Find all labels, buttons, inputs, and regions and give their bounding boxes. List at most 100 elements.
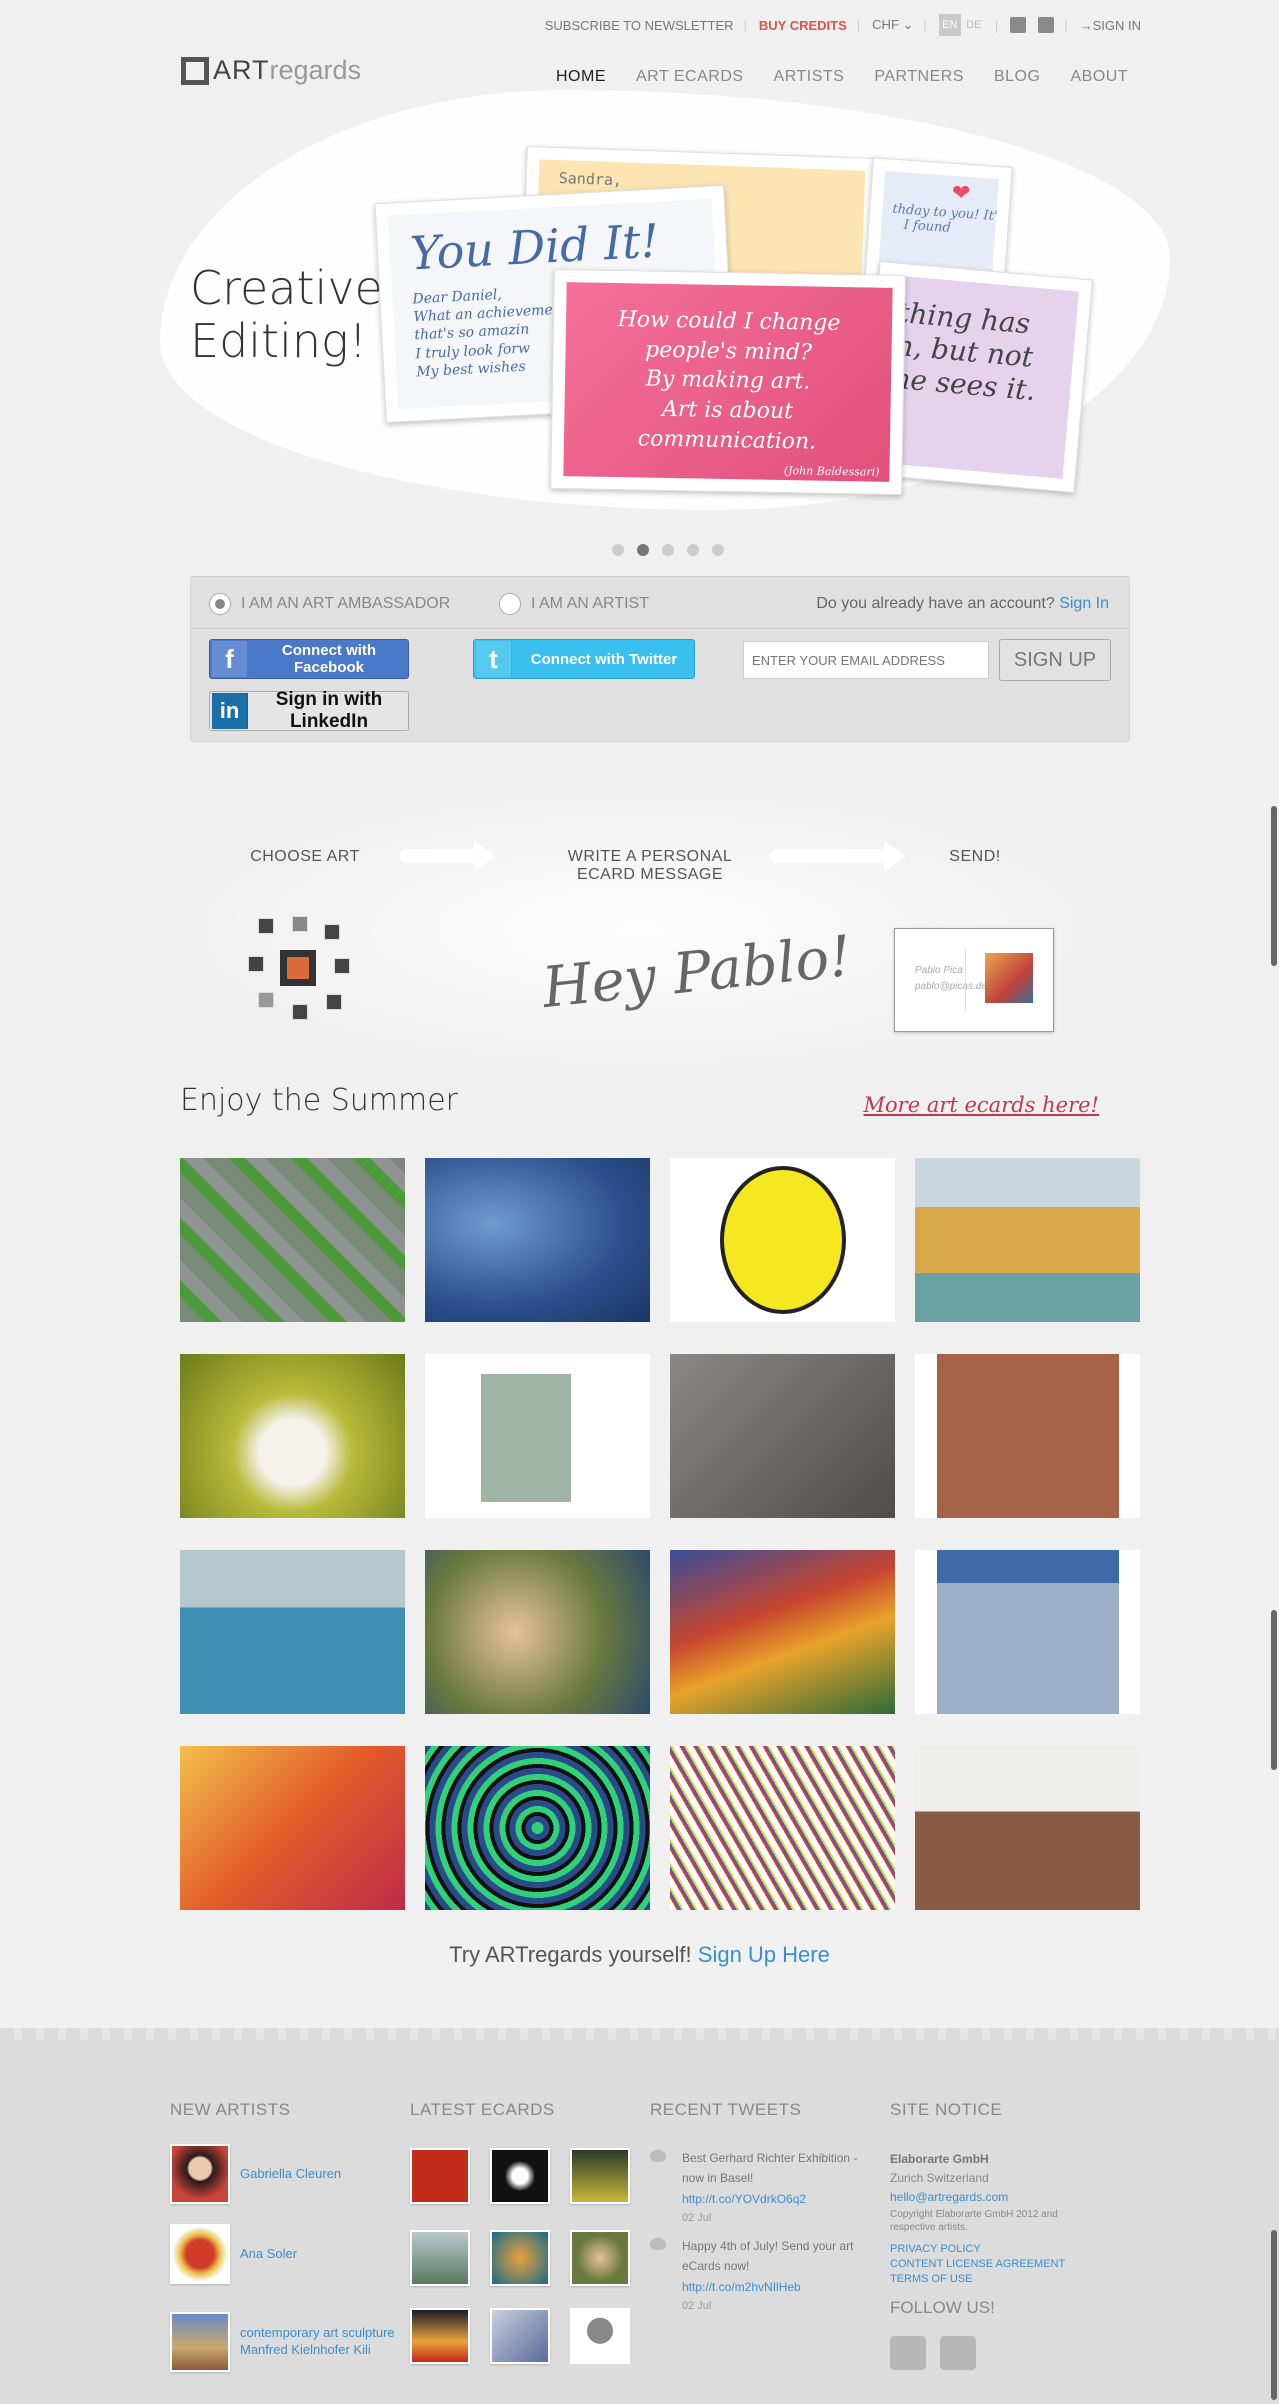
scrollbar-thumb[interactable]	[1271, 2230, 1277, 2400]
latest-ecard-thumb[interactable]	[410, 2148, 470, 2204]
gallery-thumb-abstract-swirl[interactable]	[670, 1550, 895, 1714]
logo[interactable]: ART regards	[181, 55, 361, 86]
gallery-thumb-beach-kids[interactable]	[915, 1746, 1140, 1910]
slider-dot[interactable]	[687, 544, 699, 556]
avatar	[170, 2224, 230, 2284]
twitter-connect-button[interactable]: t Connect with Twitter	[473, 639, 695, 679]
buy-credits-link[interactable]: BUY CREDITS	[759, 18, 847, 33]
content-license-link[interactable]: CONTENT LICENSE AGREEMENT	[890, 2257, 1090, 2272]
arrow-right-icon: →	[1079, 17, 1093, 33]
currency-select[interactable]: CHF ⌄	[872, 17, 913, 33]
gallery-thumb-venice[interactable]	[915, 1158, 1140, 1322]
art-tile	[292, 1004, 308, 1020]
latest-ecard-thumb[interactable]	[490, 2148, 550, 2204]
slider-dot[interactable]	[662, 544, 674, 556]
sign-in-link[interactable]: →SIGN IN	[1080, 18, 1141, 33]
postcard-divider	[965, 949, 966, 1011]
step-write-line2: ECARD MESSAGE	[576, 866, 724, 883]
company-location: Zurich Switzerland	[890, 2171, 989, 2186]
nav-art-ecards[interactable]: ART ECARDS	[636, 68, 744, 86]
sign-in-link[interactable]: Sign In	[1059, 595, 1109, 612]
divider: |	[1064, 17, 1068, 33]
radio-artist[interactable]: I AM AN ARTIST	[499, 593, 649, 615]
slider-dot-active[interactable]	[637, 544, 649, 556]
lang-de[interactable]: DE	[963, 14, 985, 36]
artist-name: Ana Soler	[240, 2245, 298, 2261]
latest-ecard-thumb[interactable]	[490, 2308, 550, 2364]
facebook-connect-button[interactable]: f Connect with Facebook	[209, 639, 409, 679]
facebook-icon[interactable]	[1038, 17, 1055, 33]
gallery-thumb-dancer[interactable]	[180, 1746, 405, 1910]
gallery-thumb-green-leaves[interactable]	[180, 1158, 405, 1322]
art-tile	[324, 924, 340, 940]
contact-email-link[interactable]: hello@artregards.com	[890, 2190, 1008, 2204]
signup-button[interactable]: SIGN UP	[999, 639, 1111, 681]
latest-ecard-thumb[interactable]	[570, 2230, 630, 2286]
more-ecards-link[interactable]: More art ecards here!	[864, 1093, 1099, 1117]
step-write-message: WRITE A PERSONAL ECARD MESSAGE	[540, 848, 760, 884]
nav-about[interactable]: ABOUT	[1070, 68, 1128, 86]
scrollbar-thumb[interactable]	[1271, 1610, 1277, 1770]
gallery-thumb-street-kids[interactable]	[915, 1550, 1140, 1714]
gallery-thumb-smiley-sun[interactable]	[670, 1158, 895, 1322]
gallery-thumb-boat[interactable]	[180, 1550, 405, 1714]
tweet-text: Happy 4th of July! Send your art eCards …	[682, 2239, 854, 2274]
artist-item[interactable]: Ana Soler	[170, 2224, 297, 2284]
artist-name: contemporary art sculpture Manfred Kieln…	[240, 2325, 395, 2357]
tweet-date: 02 Jul	[682, 2300, 712, 2313]
avatar	[170, 2312, 230, 2372]
slider-dot[interactable]	[712, 544, 724, 556]
email-input[interactable]	[743, 641, 989, 679]
lang-en[interactable]: EN	[938, 14, 961, 36]
twitter-icon[interactable]	[890, 2336, 926, 2370]
terms-of-use-link[interactable]: TERMS OF USE	[890, 2272, 1090, 2287]
twitter-bird-icon	[650, 2238, 666, 2250]
gallery-thumb-pattern[interactable]	[425, 1354, 650, 1518]
artist-name: Gabriella Cleuren	[240, 2165, 342, 2181]
art-tile	[258, 992, 274, 1008]
nav-partners[interactable]: PARTNERS	[874, 68, 964, 86]
latest-ecard-thumb[interactable]	[570, 2308, 630, 2364]
artist-item[interactable]: contemporary art sculpture Manfred Kieln…	[170, 2312, 400, 2372]
latest-ecard-thumb[interactable]	[410, 2230, 470, 2286]
follow-us-title: FOLLOW US!	[890, 2298, 995, 2317]
latest-ecard-thumb[interactable]	[490, 2230, 550, 2286]
gallery-thumb-chalk-girl[interactable]	[670, 1354, 895, 1518]
signup-here-link[interactable]: Sign Up Here	[698, 1942, 830, 1967]
gallery-thumb-chairs[interactable]	[915, 1354, 1140, 1518]
tweet-date: 02 Jul	[682, 2212, 712, 2225]
tweet-link[interactable]: http://t.co/m2hvNIlHeb	[682, 2277, 870, 2297]
signup-role-row: I AM AN ART AMBASSADOR I AM AN ARTIST Do…	[191, 577, 1129, 629]
facebook-icon[interactable]	[940, 2336, 976, 2370]
scrollbar-thumb[interactable]	[1271, 806, 1277, 966]
newsletter-link[interactable]: SUBSCRIBE TO NEWSLETTER	[545, 18, 734, 33]
hero-title-line2: Editing!	[190, 313, 368, 368]
nav-blog[interactable]: BLOG	[994, 68, 1040, 86]
artist-item[interactable]: Gabriella Cleuren	[170, 2144, 341, 2204]
tweet-item: Happy 4th of July! Send your art eCards …	[650, 2236, 870, 2316]
currency-value: CHF	[872, 17, 899, 32]
gallery-thumb-psychedelic[interactable]	[425, 1746, 650, 1910]
gallery-thumb-picnic[interactable]	[180, 1354, 405, 1518]
existing-account-text: Do you already have an account?	[816, 595, 1055, 612]
tweet-link[interactable]: http://t.co/YOVdrkO6q2	[682, 2189, 870, 2209]
ecard-text: thing has n, but not ne sees it.	[875, 275, 1079, 479]
radio-ambassador[interactable]: I AM AN ART AMBASSADOR	[209, 593, 450, 615]
latest-ecard-thumb[interactable]	[570, 2148, 630, 2204]
nav-home[interactable]: HOME	[556, 68, 606, 86]
twitter-icon[interactable]	[1010, 17, 1027, 33]
linkedin-signin-button[interactable]: in Sign in with LinkedIn	[209, 689, 409, 732]
chevron-down-icon: ⌄	[902, 17, 914, 32]
company-name: Elaborarte GmbH	[890, 2152, 989, 2166]
avatar	[170, 2144, 230, 2204]
nav-artists[interactable]: ARTISTS	[774, 68, 845, 86]
divider: |	[923, 17, 927, 33]
slider-dot[interactable]	[612, 544, 624, 556]
gallery-thumb-bathers[interactable]	[425, 1550, 650, 1714]
gallery-thumb-blue-marble[interactable]	[425, 1158, 650, 1322]
gallery-thumb-splatter[interactable]	[670, 1746, 895, 1910]
selected-art-tile	[280, 950, 316, 986]
privacy-policy-link[interactable]: PRIVACY POLICY	[890, 2242, 1090, 2257]
latest-ecard-thumb[interactable]	[410, 2308, 470, 2364]
tweet-item: Best Gerhard Richter Exhibition - now in…	[650, 2148, 870, 2228]
